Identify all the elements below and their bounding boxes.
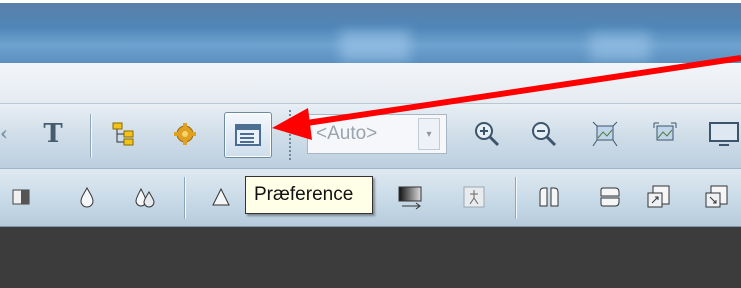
annotation-arrow-head xyxy=(272,108,312,140)
annotation-arrow-shaft xyxy=(299,55,741,127)
annotation-arrow xyxy=(272,55,741,140)
